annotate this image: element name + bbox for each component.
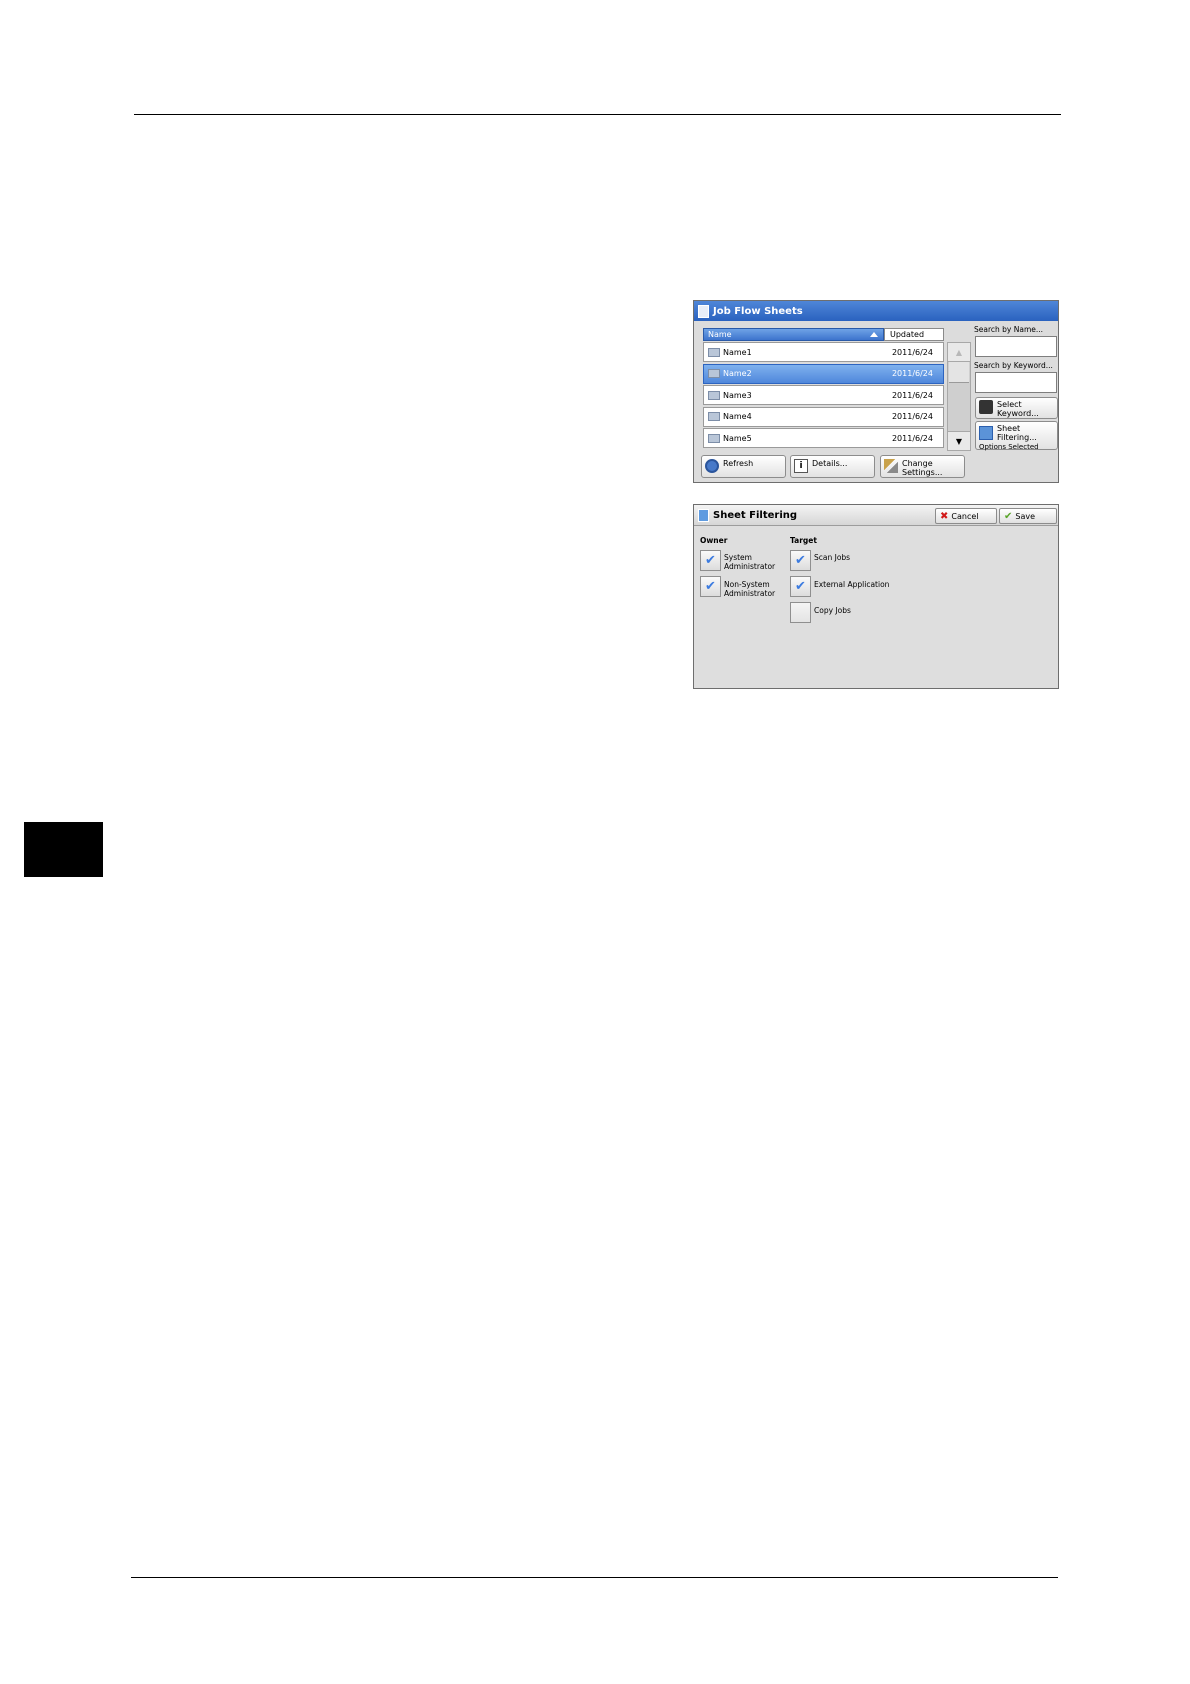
- item-name: Name1: [723, 347, 752, 357]
- owner-group-label: Owner: [700, 536, 728, 545]
- sheet-icon: [698, 304, 709, 318]
- job-flow-icon: [708, 412, 720, 422]
- cancel-icon: ✖: [940, 510, 949, 522]
- details-button[interactable]: i Details...: [790, 455, 875, 478]
- header-rule: [134, 114, 1061, 115]
- item-name: Name3: [723, 390, 752, 400]
- column-header-updated[interactable]: Updated: [884, 328, 944, 341]
- sheet-filtering-button[interactable]: Sheet Filtering... Options Selected: [975, 421, 1058, 451]
- column-updated-label: Updated: [890, 330, 925, 339]
- info-icon: i: [794, 459, 808, 473]
- save-check-icon: ✔: [1004, 510, 1013, 522]
- title-bar: Job Flow Sheets: [694, 301, 1058, 321]
- list-item[interactable]: Name3 2011/6/24: [703, 385, 944, 406]
- cancel-label: Cancel: [951, 511, 979, 521]
- checkmark-icon: ✔: [795, 579, 806, 594]
- chapter-tab: [24, 822, 103, 877]
- sort-ascending-icon: [870, 332, 878, 337]
- change-settings-button[interactable]: Change Settings...: [880, 455, 965, 478]
- save-label: Save: [1015, 511, 1036, 521]
- checkmark-icon: ✔: [705, 579, 716, 594]
- target-group-label: Target: [790, 536, 817, 545]
- sheet-filtering-label: Sheet Filtering...: [997, 424, 1037, 442]
- list-item[interactable]: Name5 2011/6/24: [703, 428, 944, 449]
- list-header: Name Updated: [703, 328, 944, 341]
- job-flow-icon: [708, 390, 720, 400]
- scroll-up-button[interactable]: ▲: [947, 342, 971, 362]
- sheet-filter-icon: [698, 508, 709, 522]
- arrow-up-icon: ▲: [955, 347, 963, 357]
- select-keyword-label: Select Keyword...: [997, 400, 1039, 418]
- list-scrollbar[interactable]: ▲ ▼: [947, 342, 971, 451]
- scan-jobs-label: Scan Jobs: [814, 553, 851, 562]
- item-date: 2011/6/24: [891, 390, 933, 400]
- select-keyword-button[interactable]: Select Keyword...: [975, 397, 1058, 419]
- external-application-label: External Application: [814, 580, 890, 589]
- checkmark-icon: ✔: [795, 553, 806, 568]
- refresh-button[interactable]: Refresh: [701, 455, 786, 478]
- item-date: 2011/6/24: [891, 433, 933, 443]
- search-by-keyword-label: Search by Keyword...: [974, 361, 1053, 370]
- item-name: Name5: [723, 433, 752, 443]
- binoculars-icon: [979, 400, 993, 414]
- column-header-name[interactable]: Name: [703, 328, 884, 341]
- item-date: 2011/6/24: [891, 412, 933, 422]
- list-item[interactable]: Name1 2011/6/24: [703, 342, 944, 362]
- change-settings-label: Change Settings...: [902, 459, 943, 477]
- scroll-down-button[interactable]: ▼: [947, 431, 971, 451]
- search-by-keyword-input[interactable]: [975, 372, 1057, 393]
- footer-rule: [131, 1577, 1058, 1578]
- scroll-track[interactable]: [947, 362, 971, 431]
- details-label: Details...: [812, 459, 848, 468]
- sheet-filter-icon: [979, 426, 993, 440]
- screen-title: Job Flow Sheets: [713, 305, 803, 317]
- item-name: Name4: [723, 412, 752, 422]
- system-administrator-label: System Administrator: [724, 553, 776, 571]
- job-flow-sheets-screen: Job Flow Sheets Name Updated Name1 2011/…: [693, 300, 1059, 483]
- scan-jobs-checkbox[interactable]: ✔: [790, 550, 811, 571]
- search-by-name-input[interactable]: [975, 336, 1057, 357]
- job-flow-icon: [708, 369, 720, 379]
- checkmark-icon: ✔: [705, 553, 716, 568]
- non-system-administrator-label: Non-System Administrator: [724, 580, 776, 598]
- sheet-filtering-dialog: Sheet Filtering ✖ Cancel ✔ Save Owner Ta…: [693, 504, 1059, 689]
- scroll-thumb[interactable]: [949, 362, 969, 383]
- tools-icon: [884, 459, 898, 473]
- job-flow-icon: [708, 347, 720, 357]
- search-by-name-label: Search by Name...: [974, 325, 1044, 334]
- list-item[interactable]: Name4 2011/6/24: [703, 406, 944, 427]
- system-administrator-checkbox[interactable]: ✔: [700, 550, 721, 571]
- non-system-administrator-checkbox[interactable]: ✔: [700, 576, 721, 597]
- options-selected-status: Options Selected: [979, 443, 1039, 451]
- column-name-label: Name: [708, 330, 732, 339]
- refresh-icon: [705, 459, 719, 473]
- list-item-selected[interactable]: Name2 2011/6/24: [703, 363, 944, 384]
- cancel-button[interactable]: ✖ Cancel: [935, 508, 997, 524]
- dialog-title: Sheet Filtering: [713, 509, 798, 521]
- item-date: 2011/6/24: [891, 369, 933, 379]
- external-application-checkbox[interactable]: ✔: [790, 576, 811, 597]
- job-flow-icon: [708, 433, 720, 443]
- copy-jobs-label: Copy Jobs: [814, 606, 851, 615]
- arrow-down-icon: ▼: [955, 436, 963, 446]
- item-date: 2011/6/24: [891, 347, 933, 357]
- refresh-label: Refresh: [723, 459, 754, 468]
- item-name: Name2: [723, 369, 752, 379]
- save-button[interactable]: ✔ Save: [999, 508, 1057, 524]
- sheet-list: Name1 2011/6/24 Name2 2011/6/24 Name3 20…: [703, 342, 944, 450]
- copy-jobs-checkbox[interactable]: [790, 602, 811, 623]
